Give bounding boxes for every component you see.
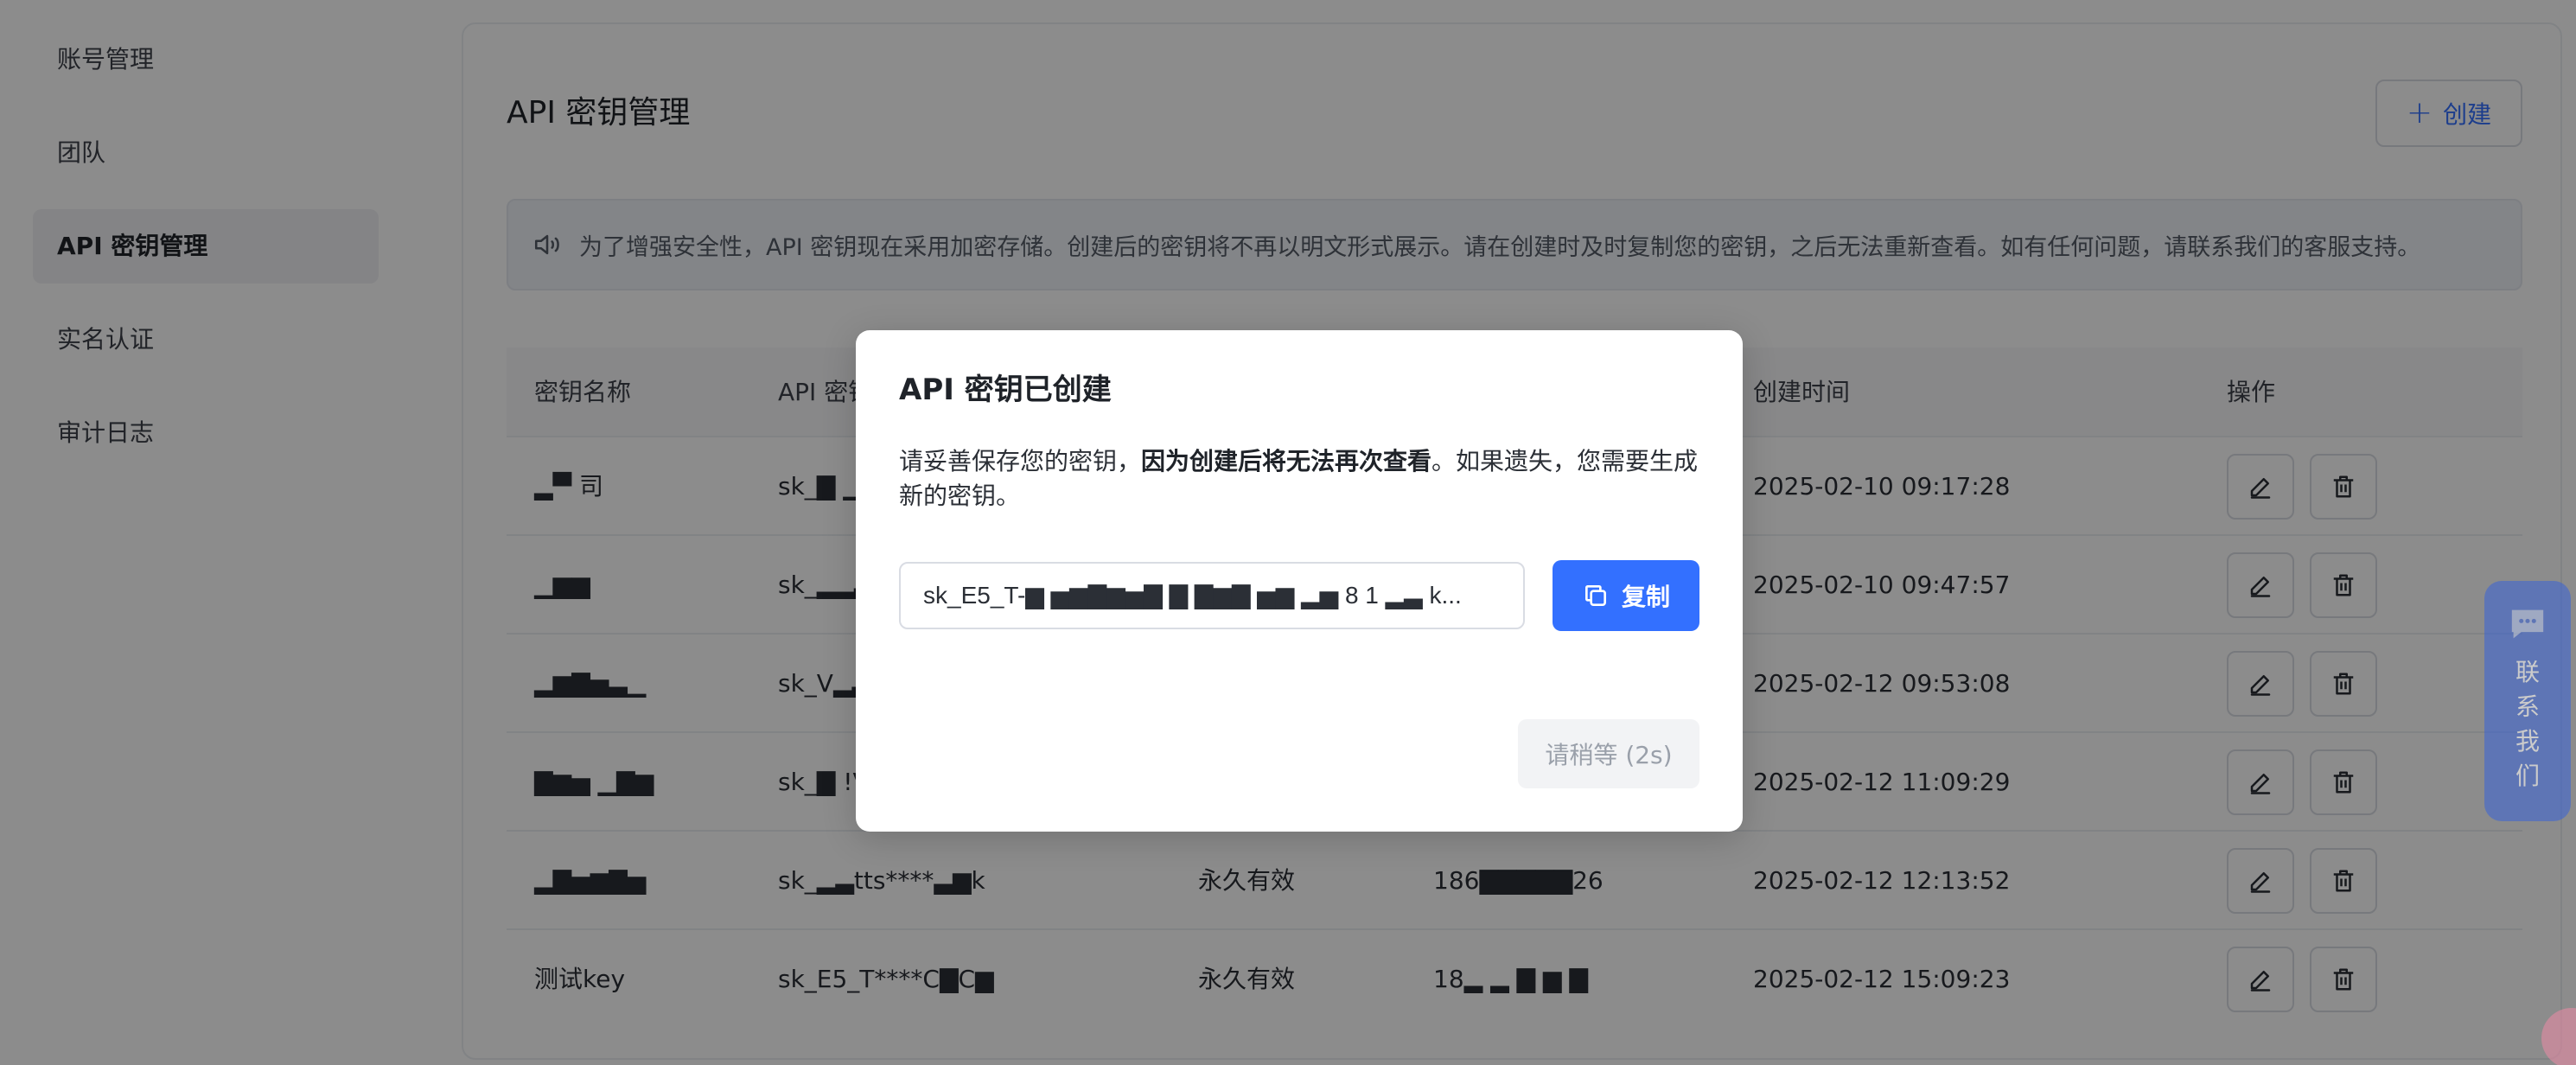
copy-button-label: 复制	[1622, 578, 1670, 613]
api-key-field[interactable]: sk_E5_T-▆ ▅▆▇▆▅▇ ▇ ▇▆▇ ▅▆ ▂▅ 8 1 ▂▃ k...	[899, 562, 1525, 629]
key-created-dialog: API 密钥已创建 请妥善保存您的密钥，因为创建后将无法再次查看。如果遗失，您需…	[856, 330, 1743, 832]
dialog-desc-warning: 因为创建后将无法再次查看	[1141, 447, 1431, 475]
copy-button[interactable]: 复制	[1553, 560, 1699, 631]
dialog-description: 请妥善保存您的密钥，因为创建后将无法再次查看。如果遗失，您需要生成新的密钥。	[899, 444, 1703, 513]
contact-us-label: 联系我们	[2510, 655, 2545, 794]
chat-icon	[2509, 607, 2547, 641]
dialog-desc-prefix: 请妥善保存您的密钥，	[899, 447, 1141, 475]
dialog-title: API 密钥已创建	[899, 370, 1112, 410]
wait-confirm-button[interactable]: 请稍等 (2s)	[1518, 719, 1699, 788]
contact-us-button[interactable]: 联系我们	[2484, 581, 2571, 821]
copy-icon	[1582, 582, 1610, 609]
